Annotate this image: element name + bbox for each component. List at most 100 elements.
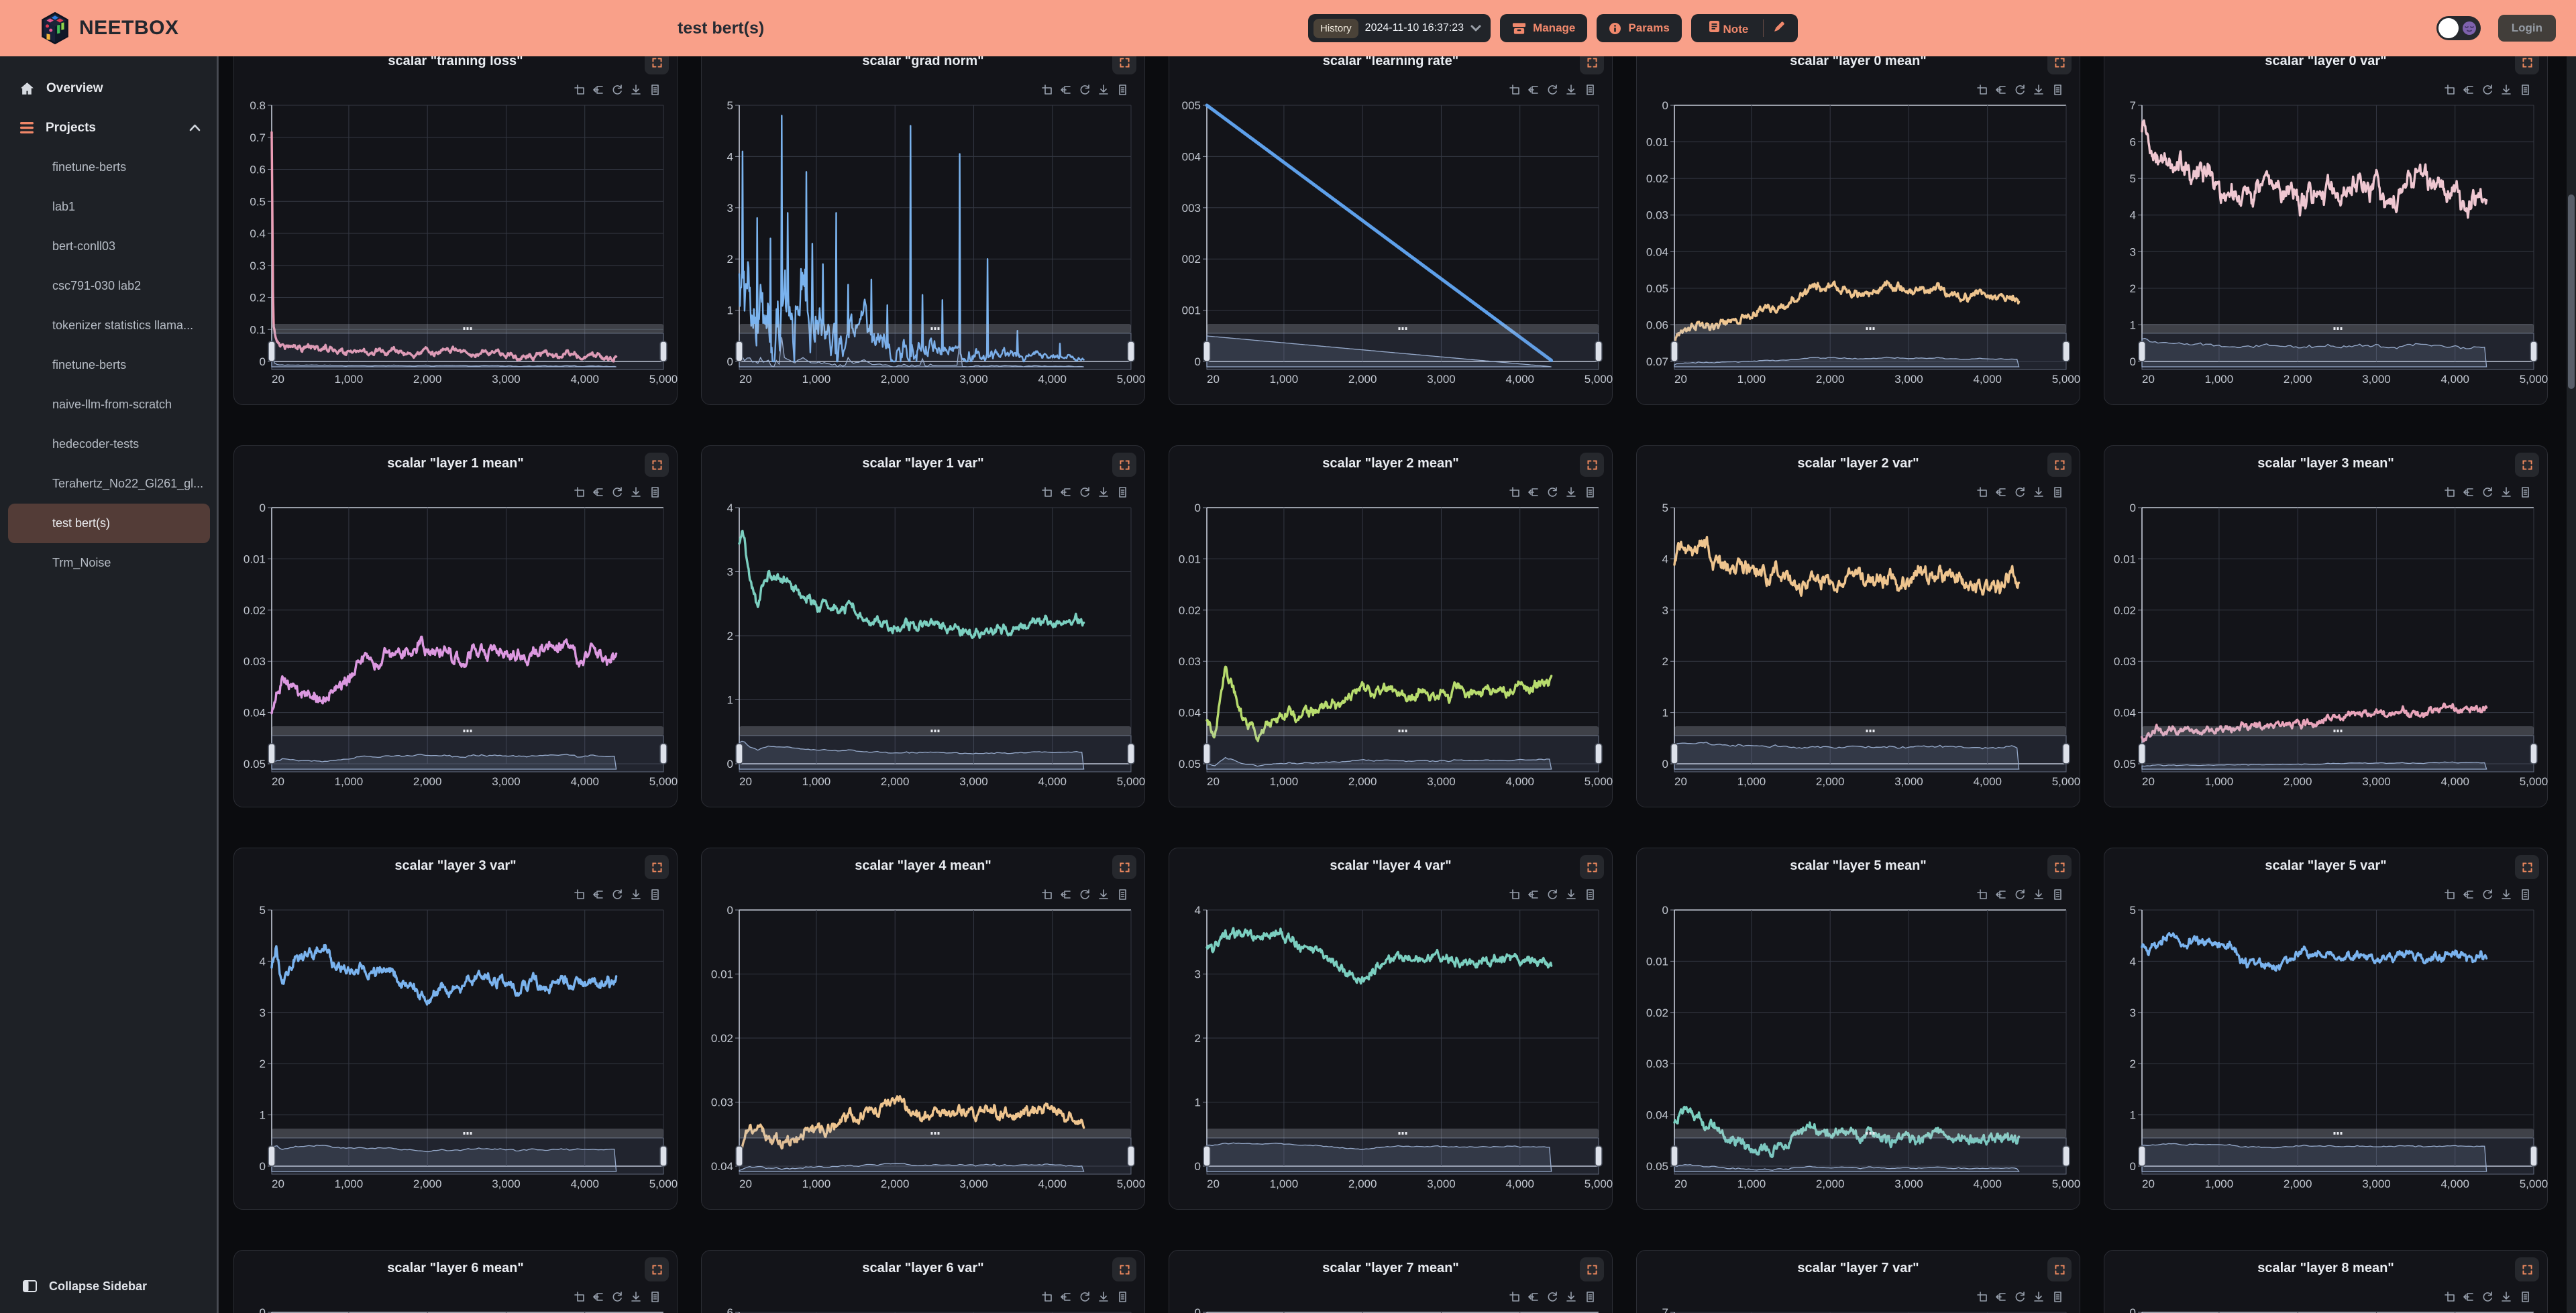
download-icon[interactable] bbox=[632, 488, 640, 496]
select-zoom-icon[interactable] bbox=[1510, 488, 1519, 496]
datazoom-handle-left[interactable] bbox=[2139, 744, 2145, 764]
download-icon[interactable] bbox=[1099, 488, 1108, 496]
expand-chart-button[interactable] bbox=[1580, 855, 1604, 879]
chart-plot[interactable]: 0201,0002,0003,0004,0005,000 bbox=[234, 1286, 678, 1313]
download-icon[interactable] bbox=[632, 1292, 640, 1301]
datazoom-handle-right[interactable] bbox=[2530, 1146, 2537, 1166]
datazoom-handle-right[interactable] bbox=[1595, 1146, 1602, 1166]
download-icon[interactable] bbox=[632, 85, 640, 94]
download-icon[interactable] bbox=[2035, 890, 2043, 899]
datazoom-handle-right[interactable] bbox=[660, 341, 667, 361]
download-icon[interactable] bbox=[2035, 488, 2043, 496]
chart-plot[interactable]: 00.010.020.030.040.05201,0002,0003,0004,… bbox=[1637, 883, 2081, 1210]
datazoom-handle-left[interactable] bbox=[1671, 341, 1678, 361]
data-view-icon[interactable] bbox=[2055, 1292, 2061, 1302]
expand-chart-button[interactable] bbox=[645, 855, 669, 879]
zoom-back-icon[interactable] bbox=[1061, 489, 1070, 496]
restore-icon[interactable] bbox=[2016, 1292, 2024, 1301]
select-zoom-icon[interactable] bbox=[1510, 1292, 1519, 1301]
sidebar-project-item[interactable]: lab1 bbox=[8, 187, 210, 227]
expand-chart-button[interactable] bbox=[2515, 855, 2539, 879]
expand-chart-button[interactable] bbox=[1112, 1257, 1136, 1281]
datazoom-handle-left[interactable] bbox=[736, 341, 743, 361]
sidebar-project-item[interactable]: finetune-berts bbox=[8, 345, 210, 385]
select-zoom-icon[interactable] bbox=[1978, 1292, 1986, 1301]
datazoom-handle-left[interactable] bbox=[268, 341, 275, 361]
zoom-back-icon[interactable] bbox=[594, 1294, 602, 1300]
chart-plot[interactable]: 00.010.020.030.040.050.060.07201,0002,00… bbox=[1637, 78, 2081, 406]
restore-icon[interactable] bbox=[613, 488, 621, 496]
data-view-icon[interactable] bbox=[2055, 85, 2061, 95]
sidebar-project-item[interactable]: hedecoder-tests bbox=[8, 424, 210, 464]
restore-icon[interactable] bbox=[2483, 890, 2491, 899]
datazoom-handle-left[interactable] bbox=[1671, 1146, 1678, 1166]
zoom-back-icon[interactable] bbox=[594, 891, 602, 898]
datazoom-handle-right[interactable] bbox=[2530, 744, 2537, 764]
select-zoom-icon[interactable] bbox=[2445, 890, 2454, 899]
theme-toggle[interactable] bbox=[2436, 16, 2481, 40]
sidebar-project-item[interactable]: tokenizer statistics llama... bbox=[8, 306, 210, 345]
select-zoom-icon[interactable] bbox=[2445, 1292, 2454, 1301]
zoom-back-icon[interactable] bbox=[1529, 1294, 1538, 1300]
zoom-back-icon[interactable] bbox=[1529, 87, 1538, 93]
restore-icon[interactable] bbox=[2016, 488, 2024, 496]
datazoom-handle-left[interactable] bbox=[1203, 341, 1210, 361]
restore-icon[interactable] bbox=[2016, 85, 2024, 94]
chart-plot[interactable]: 00.010.020.030.040.05201,0002,0003,0004,… bbox=[234, 481, 678, 808]
expand-chart-button[interactable] bbox=[2515, 1257, 2539, 1281]
data-view-icon[interactable] bbox=[2055, 890, 2061, 899]
restore-icon[interactable] bbox=[1081, 488, 1089, 496]
zoom-back-icon[interactable] bbox=[1529, 489, 1538, 496]
download-icon[interactable] bbox=[2035, 1292, 2043, 1301]
select-zoom-icon[interactable] bbox=[1042, 890, 1051, 899]
sidebar-project-item[interactable]: csc791-030 lab2 bbox=[8, 266, 210, 306]
data-view-icon[interactable] bbox=[2522, 890, 2528, 899]
select-zoom-icon[interactable] bbox=[575, 85, 584, 94]
sidebar-project-item[interactable]: Trm_Noise bbox=[8, 543, 210, 583]
select-zoom-icon[interactable] bbox=[2445, 85, 2454, 94]
data-view-icon[interactable] bbox=[1120, 890, 1126, 899]
chart-plot[interactable]: 0.80.70.60.50.40.30.20.10201,0002,0003,0… bbox=[234, 78, 678, 406]
select-zoom-icon[interactable] bbox=[1978, 85, 1986, 94]
data-view-icon[interactable] bbox=[1120, 85, 1126, 95]
select-zoom-icon[interactable] bbox=[575, 890, 584, 899]
expand-chart-button[interactable] bbox=[2047, 1257, 2072, 1281]
data-view-icon[interactable] bbox=[1120, 488, 1126, 497]
expand-chart-button[interactable] bbox=[2047, 453, 2072, 477]
data-view-icon[interactable] bbox=[652, 85, 658, 95]
restore-icon[interactable] bbox=[2483, 1292, 2491, 1301]
expand-chart-button[interactable] bbox=[2047, 56, 2072, 74]
restore-icon[interactable] bbox=[1081, 890, 1089, 899]
chart-plot[interactable]: 6201,0002,0003,0004,0005,000 bbox=[702, 1286, 1146, 1313]
restore-icon[interactable] bbox=[1081, 1292, 1089, 1301]
data-view-icon[interactable] bbox=[2522, 85, 2528, 95]
chart-plot[interactable]: 543210201,0002,0003,0004,0005,000 bbox=[2104, 883, 2548, 1210]
datazoom-handle-left[interactable] bbox=[1671, 744, 1678, 764]
zoom-back-icon[interactable] bbox=[2464, 1294, 2473, 1300]
select-zoom-icon[interactable] bbox=[575, 488, 584, 496]
select-zoom-icon[interactable] bbox=[1042, 488, 1051, 496]
login-button[interactable]: Login bbox=[2498, 15, 2556, 42]
select-zoom-icon[interactable] bbox=[1978, 890, 1986, 899]
zoom-back-icon[interactable] bbox=[1061, 1294, 1070, 1300]
chart-plot[interactable]: 43210201,0002,0003,0004,0005,000 bbox=[1169, 883, 1613, 1210]
datazoom-handle-right[interactable] bbox=[660, 744, 667, 764]
data-view-icon[interactable] bbox=[652, 1292, 658, 1302]
datazoom-handle-right[interactable] bbox=[1128, 744, 1134, 764]
chart-plot[interactable]: 0201,0002,0003,0004,0005,000 bbox=[2104, 1286, 2548, 1313]
select-zoom-icon[interactable] bbox=[1510, 85, 1519, 94]
download-icon[interactable] bbox=[2502, 488, 2510, 496]
select-zoom-icon[interactable] bbox=[1510, 890, 1519, 899]
expand-chart-button[interactable] bbox=[1112, 56, 1136, 74]
note-button[interactable]: Note bbox=[1697, 14, 1761, 42]
datazoom-handle-right[interactable] bbox=[1595, 341, 1602, 361]
chart-plot[interactable]: 00.010.020.030.040.05201,0002,0003,0004,… bbox=[2104, 481, 2548, 808]
data-view-icon[interactable] bbox=[1587, 488, 1593, 497]
chart-plot[interactable]: 0050040030020010201,0002,0003,0004,0005,… bbox=[1169, 78, 1613, 406]
sidebar-project-item[interactable]: naive-llm-from-scratch bbox=[8, 385, 210, 424]
chart-plot[interactable]: 7201,0002,0003,0004,0005,000 bbox=[1637, 1286, 2081, 1313]
zoom-back-icon[interactable] bbox=[2464, 489, 2473, 496]
zoom-back-icon[interactable] bbox=[594, 489, 602, 496]
restore-icon[interactable] bbox=[613, 1292, 621, 1301]
datazoom-handle-right[interactable] bbox=[660, 1146, 667, 1166]
